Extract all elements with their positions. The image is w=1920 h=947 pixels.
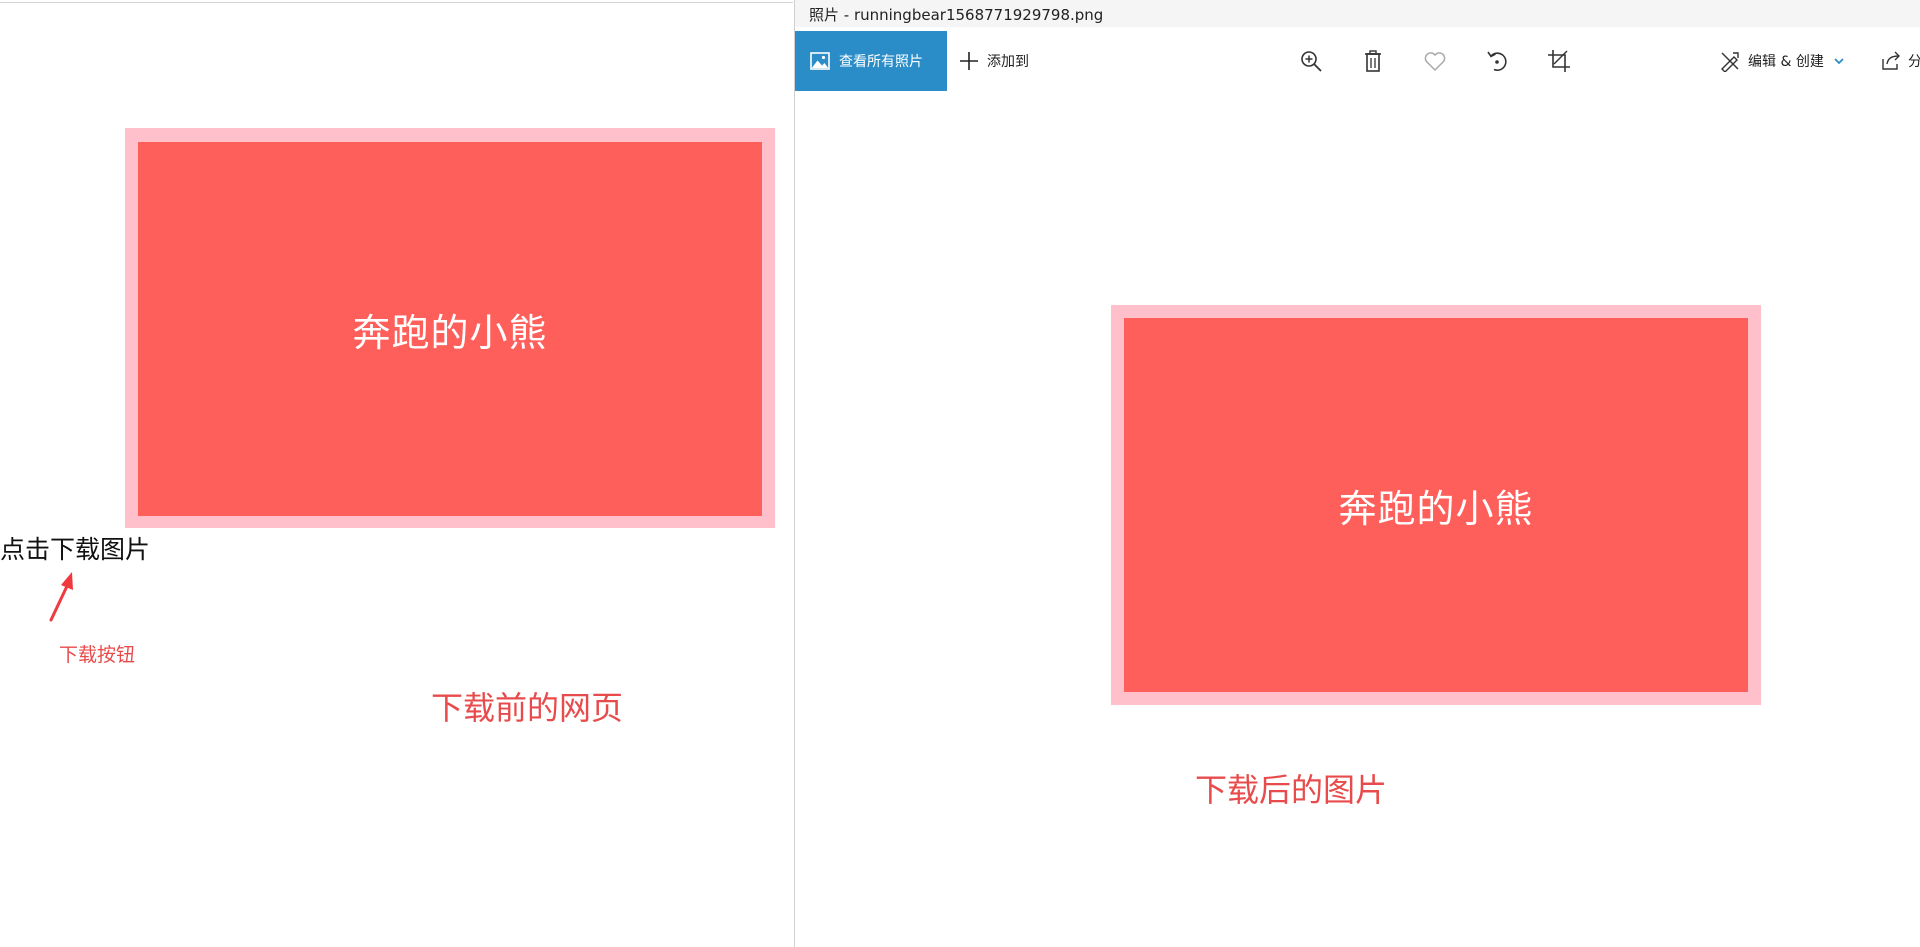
- photos-toolbar: 查看所有照片 添加到 编辑 & 创建: [795, 31, 1920, 91]
- download-image-link[interactable]: 点击下载图片: [0, 530, 150, 566]
- downloaded-image: 奔跑的小熊: [1111, 305, 1761, 705]
- top-divider: [0, 2, 793, 3]
- rotate-icon[interactable]: [1485, 49, 1509, 73]
- view-all-photos-button[interactable]: 查看所有照片: [795, 31, 947, 91]
- zoom-in-icon[interactable]: [1299, 49, 1323, 73]
- image-icon: [810, 52, 830, 70]
- canvas-text: 奔跑的小熊: [352, 310, 548, 355]
- share-button[interactable]: 分: [1880, 31, 1920, 91]
- edit-create-icon: [1721, 52, 1739, 72]
- crop-icon[interactable]: [1547, 49, 1571, 73]
- share-label: 分: [1908, 51, 1920, 71]
- add-to-label: 添加到: [987, 54, 1029, 70]
- window-title: 照片 - runningbear1568771929798.png: [809, 6, 1104, 24]
- annotation-before-download: 下载前的网页: [431, 689, 624, 727]
- add-to-button[interactable]: 添加到: [959, 31, 1029, 91]
- title-bar: 照片 - runningbear1568771929798.png: [795, 0, 1920, 27]
- edit-create-label: 编辑 & 创建: [1748, 54, 1824, 70]
- arrow-annotation-icon: [49, 572, 73, 622]
- photos-app-window: 照片 - runningbear1568771929798.png 查看所有照片…: [794, 0, 1920, 947]
- chevron-down-icon: [1834, 58, 1844, 65]
- heart-icon[interactable]: [1423, 49, 1447, 73]
- webpage-before-download: 奔跑的小熊 点击下载图片 下载按钮 下载前的网页: [0, 0, 793, 947]
- view-all-photos-label: 查看所有照片: [839, 54, 923, 70]
- edit-create-button[interactable]: 编辑 & 创建: [1719, 31, 1846, 91]
- bear-canvas-fill: 奔跑的小熊: [138, 142, 762, 516]
- annotation-download-button: 下载按钮: [59, 644, 136, 666]
- bear-canvas: 奔跑的小熊: [125, 128, 775, 528]
- image-text: 奔跑的小熊: [1338, 486, 1534, 531]
- annotation-after-download: 下载后的图片: [1195, 771, 1388, 809]
- share-icon: [1882, 51, 1900, 70]
- plus-icon: [960, 52, 978, 70]
- downloaded-image-fill: 奔跑的小熊: [1124, 318, 1748, 692]
- delete-icon[interactable]: [1361, 49, 1385, 73]
